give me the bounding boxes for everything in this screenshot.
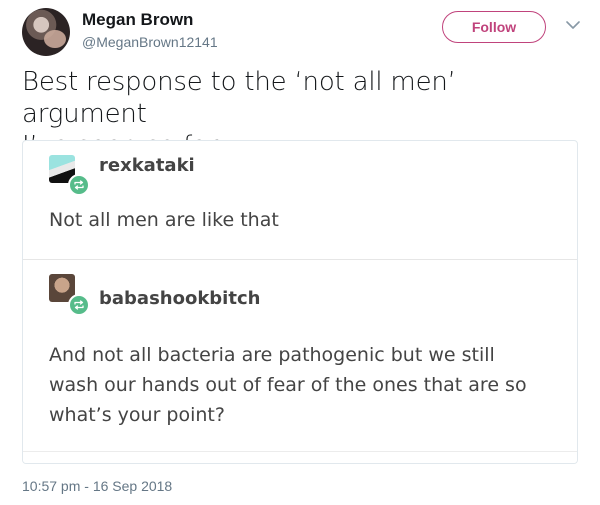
tweet-header: Megan Brown @MeganBrown12141 Follow (18, 6, 584, 56)
display-name[interactable]: Megan Brown (82, 10, 193, 30)
user-handle[interactable]: @MeganBrown12141 (82, 34, 218, 50)
tweet-timestamp[interactable]: 10:57 pm - 16 Sep 2018 (22, 478, 172, 494)
tweet-image[interactable]: rexkataki Not all men are like that baba… (22, 140, 578, 464)
post-username: rexkataki (99, 155, 195, 176)
chevron-down-icon[interactable] (564, 16, 582, 34)
tumblr-post-rexkataki: rexkataki Not all men are like that (23, 141, 577, 259)
reblog-icon (68, 174, 90, 196)
post-body: Not all men are like that (49, 209, 279, 231)
post-body: And not all bacteria are pathogenic but … (49, 344, 527, 426)
reblog-icon (68, 294, 90, 316)
follow-button[interactable]: Follow (442, 11, 546, 43)
tweet-text-line-1: Best response to the ‘not all men’ argum… (22, 67, 456, 129)
tumblr-post-babashookbitch: babashookbitch And not all bacteria are … (23, 259, 577, 454)
divider (23, 451, 577, 463)
avatar[interactable] (22, 8, 70, 56)
post-username: babashookbitch (99, 288, 261, 309)
